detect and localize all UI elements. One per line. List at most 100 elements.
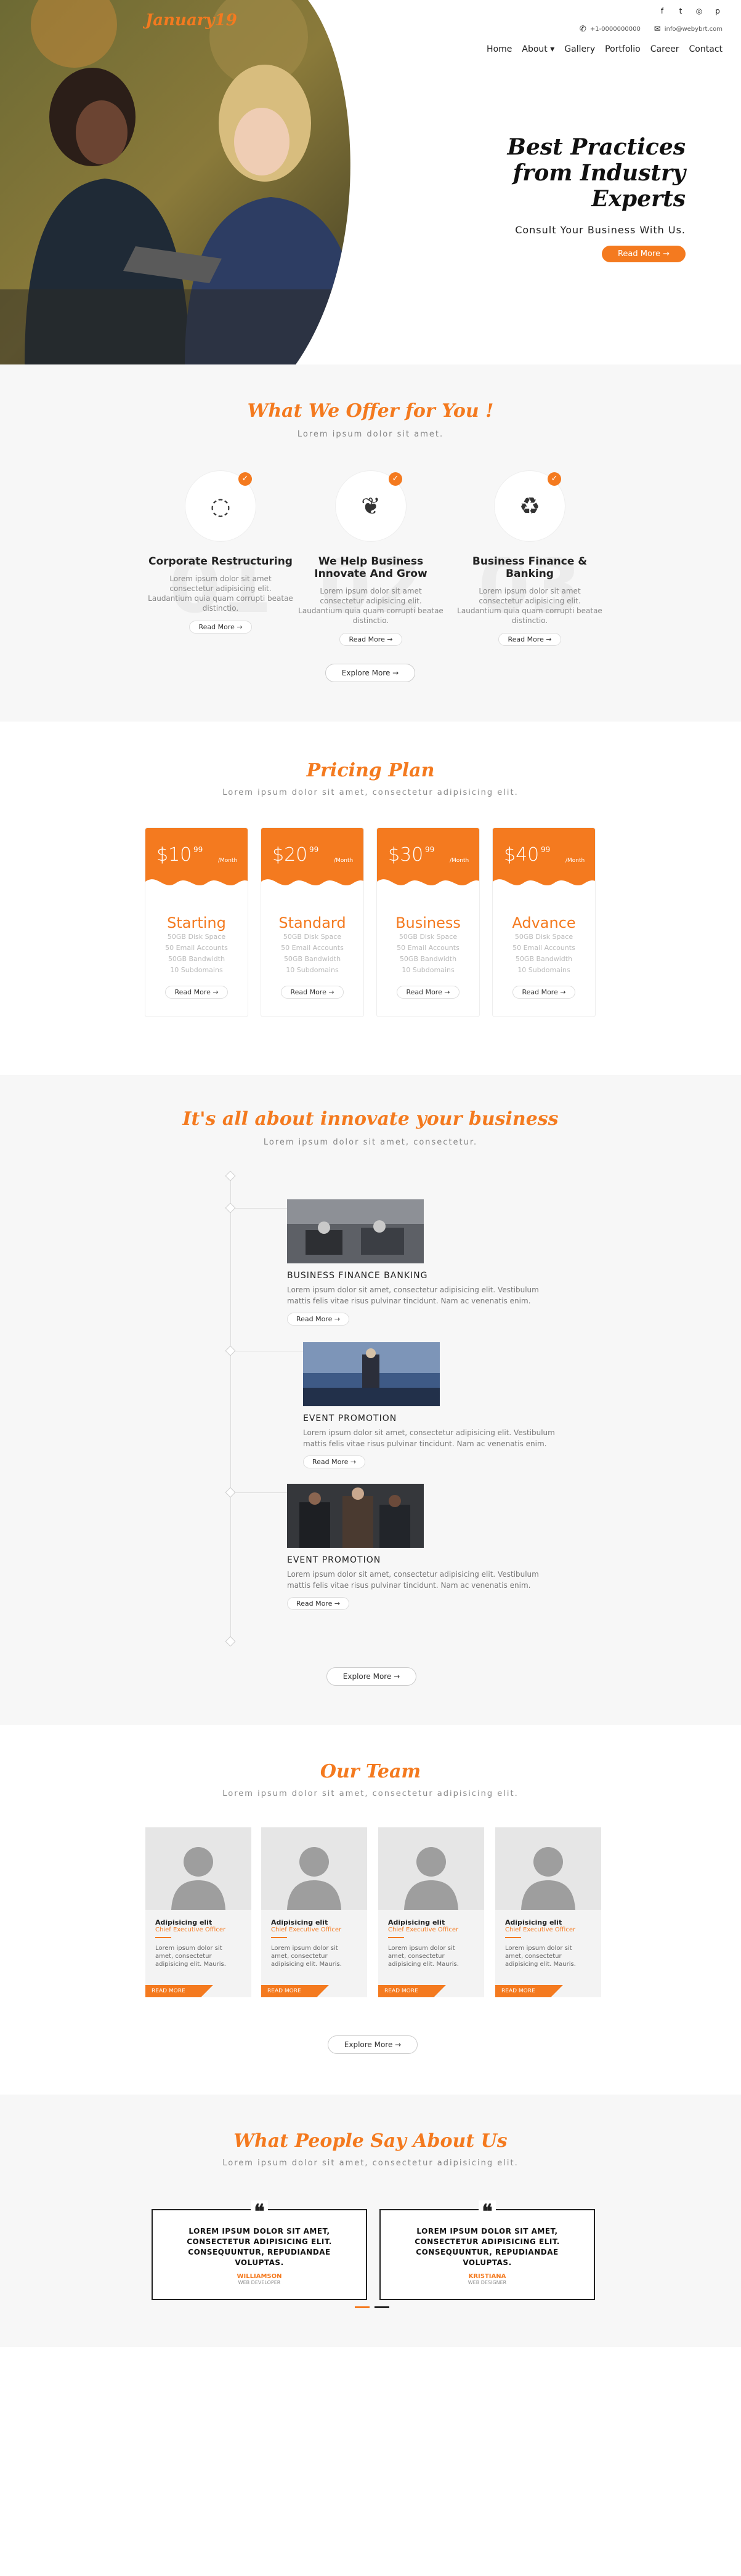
hero-subtitle: Consult Your Business With Us.	[515, 224, 686, 236]
offer-explore-button[interactable]: Explore More →	[325, 664, 415, 682]
wave-shape	[493, 879, 595, 892]
testimonial-text: LOREM IPSUM DOLOR SIT AMET, CONSECTETUR …	[415, 2227, 560, 2267]
plan-features: 50GB Disk Space 50 Email Accounts 50GB Ban…	[145, 932, 248, 976]
email-address: info@webybrt.com	[664, 26, 723, 33]
price-amount: $30	[388, 844, 424, 866]
innovate-title: It's all about innovate your business	[182, 1108, 559, 1130]
timeline-read-more-button[interactable]: Read More →	[287, 1313, 350, 1326]
timeline-item-desc: Lorem ipsum dolor sit amet, consectetur …	[287, 1570, 539, 1590]
plan-features: 50GB Disk Space 50 Email Accounts 50GB Ban…	[261, 932, 363, 976]
pricing-header: $30 99/Month	[377, 828, 479, 892]
plan-read-more-button[interactable]: Read More →	[281, 986, 344, 999]
contact-bar: ✆ +1-0000000000 ✉ info@webybrt.com	[580, 25, 723, 34]
site-logo[interactable]: January19	[145, 11, 237, 30]
team-member-desc: Lorem ipsum dolor sit amet, consectetur …	[271, 1945, 342, 1968]
recycle-icon: ♻ ✓	[494, 470, 565, 542]
team-card: Adipisicing elit Chief Executive Officer L…	[145, 1827, 251, 1997]
pricing-title: Pricing Plan	[306, 760, 435, 781]
footer-space	[0, 2347, 741, 2576]
pricing-card: $10 99/Month Starting 50GB Disk Space 50 Ema…	[145, 827, 248, 1017]
offer-read-more-button[interactable]: Read More →	[339, 633, 402, 646]
check-icon: ✓	[548, 472, 561, 486]
pricing-section: Pricing Plan Lorem ipsum dolor sit amet,…	[0, 722, 741, 1075]
timeline-dot	[225, 1636, 236, 1647]
price-cents: 99	[193, 845, 203, 854]
testimonials-subtitle: Lorem ipsum dolor sit amet, consectetur …	[222, 2159, 519, 2168]
pricing-header: $10 99/Month	[145, 828, 248, 892]
phone-contact[interactable]: ✆ +1-0000000000	[580, 25, 641, 34]
testimonial-card: ❝ LOREM IPSUM DOLOR SIT AMET, CONSECTETU…	[152, 2200, 367, 2300]
team-card: Adipisicing elit Chief Executive Officer L…	[495, 1827, 601, 1997]
timeline-connector	[234, 1208, 287, 1209]
pinterest-icon[interactable]: p	[713, 6, 723, 16]
main-nav: Home About ▾ Gallery Portfolio Career Co…	[487, 44, 723, 54]
timeline-image	[287, 1199, 424, 1263]
nav-home[interactable]: Home	[487, 44, 512, 54]
team-read-more-button[interactable]: READ MORE	[261, 1985, 329, 1997]
page: January19 f t ◎ p ✆ +1-0000000000 ✉ info@we…	[0, 0, 741, 2576]
plan-feature: 10 Subdomains	[402, 966, 455, 974]
plan-feature: 50 Email Accounts	[397, 944, 460, 952]
divider	[388, 1937, 404, 1938]
offer-read-more-button[interactable]: Read More →	[498, 633, 561, 646]
avatar	[495, 1827, 601, 1910]
facebook-icon[interactable]: f	[657, 6, 667, 16]
testimonial-role: WEB DESIGNER	[468, 2280, 507, 2285]
offer-card-desc: Lorem ipsum dolor sit amet consectetur a…	[298, 587, 443, 625]
team-card: Adipisicing elit Chief Executive Officer L…	[378, 1827, 484, 1997]
twitter-icon[interactable]: t	[676, 6, 686, 16]
team-explore-button[interactable]: Explore More →	[328, 2035, 418, 2054]
carousel-dot[interactable]	[375, 2306, 389, 2308]
offer-card-title: Business Finance & Banking	[472, 555, 588, 580]
avatar	[261, 1827, 367, 1910]
hero-read-more-button[interactable]: Read More →	[601, 246, 686, 262]
plan-read-more-button[interactable]: Read More →	[397, 986, 460, 999]
nav-contact[interactable]: Contact	[689, 44, 723, 54]
hero-title: Best Practices from Industry Experts	[507, 134, 686, 212]
team-member-desc: Lorem ipsum dolor sit amet, consectetur …	[155, 1945, 226, 1968]
carousel-dot-active[interactable]	[355, 2306, 370, 2308]
timeline-item-desc: Lorem ipsum dolor sit amet, consectetur …	[303, 1428, 555, 1448]
plan-feature: 50 Email Accounts	[281, 944, 344, 952]
team-member-name: Adipisicing elit	[271, 1918, 328, 1926]
plan-read-more-button[interactable]: Read More →	[512, 986, 575, 999]
plan-feature: 50GB Bandwidth	[168, 955, 225, 963]
timeline-dot	[225, 1170, 236, 1181]
innovate-explore-button[interactable]: Explore More →	[326, 1667, 416, 1686]
price-period: /Month	[218, 858, 238, 864]
instagram-icon[interactable]: ◎	[694, 6, 704, 16]
divider	[271, 1937, 287, 1938]
plan-feature: 50GB Disk Space	[167, 933, 226, 941]
offer-card-title: We Help Business Innovate And Grow	[314, 555, 427, 580]
testimonial-name: WILLIAMSON	[237, 2273, 282, 2280]
plan-feature: 50GB Bandwidth	[515, 955, 573, 963]
timeline-read-more-button[interactable]: Read More →	[287, 1597, 350, 1610]
plan-feature: 10 Subdomains	[170, 966, 223, 974]
team-read-more-button[interactable]: READ MORE	[495, 1985, 563, 1997]
nav-career[interactable]: Career	[650, 44, 679, 54]
offer-title: What We Offer for You !	[247, 400, 494, 422]
quote-icon: ❝	[479, 2200, 496, 2223]
nav-gallery[interactable]: Gallery	[564, 44, 595, 54]
offer-card: 03 ♻ ✓ Business Finance & Banking Lorem i…	[453, 470, 607, 646]
plan-read-more-button[interactable]: Read More →	[165, 986, 228, 999]
email-contact[interactable]: ✉ info@webybrt.com	[654, 25, 723, 34]
team-member-desc: Lorem ipsum dolor sit amet, consectetur …	[388, 1945, 459, 1968]
team-member-role: Chief Executive Officer	[271, 1926, 342, 1933]
plan-feature: 50 Email Accounts	[512, 944, 575, 952]
timeline-item: EVENT PROMOTION Lorem ipsum dolor sit am…	[303, 1342, 574, 1468]
hero-text: Best Practices from Industry Experts Con…	[482, 134, 686, 262]
plan-feature: 10 Subdomains	[517, 966, 570, 974]
price-cents: 99	[541, 845, 551, 854]
nav-portfolio[interactable]: Portfolio	[605, 44, 641, 54]
offer-read-more-button[interactable]: Read More →	[189, 621, 252, 634]
nav-about[interactable]: About ▾	[522, 44, 554, 54]
team-read-more-button[interactable]: READ MORE	[145, 1985, 213, 1997]
mail-icon: ✉	[654, 25, 661, 34]
pricing-header: $40 99/Month	[493, 828, 595, 892]
check-icon: ✓	[238, 472, 252, 486]
timeline-read-more-button[interactable]: Read More →	[303, 1455, 366, 1468]
team-read-more-button[interactable]: READ MORE	[378, 1985, 446, 1997]
team-member-role: Chief Executive Officer	[505, 1926, 576, 1933]
price-amount: $10	[156, 844, 192, 866]
